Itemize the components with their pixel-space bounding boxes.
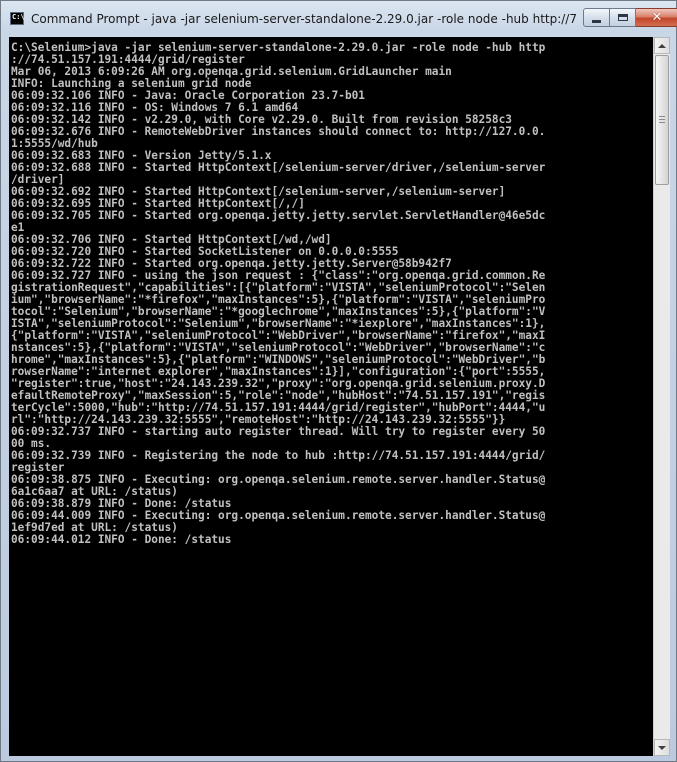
minimize-icon [592, 19, 601, 23]
scroll-up-button[interactable] [654, 37, 670, 54]
console-line: 06:09:32.737 INFO - starting auto regist… [11, 425, 546, 438]
console-line: 06:09:32.705 INFO - Started org.openqa.j… [11, 209, 546, 222]
command-prompt-icon[interactable]: C:\ [10, 12, 25, 25]
command-prompt-window: C:\ Command Prompt - java -jar selenium-… [0, 0, 677, 762]
console-line: 06:09:32.688 INFO - Started HttpContext[… [11, 161, 546, 174]
window-controls: ✕ [583, 8, 677, 27]
window-title: Command Prompt - java -jar selenium-serv… [31, 12, 576, 26]
scroll-down-button[interactable] [654, 739, 670, 756]
scrollbar-thumb[interactable] [655, 55, 669, 185]
console-text: C:\Selenium>java -jar selenium-server-st… [11, 42, 545, 546]
grip-line-icon [659, 119, 665, 120]
console-line: 06:09:44.012 INFO - Done: /status [11, 533, 232, 546]
arrow-up-icon [658, 43, 666, 48]
maximize-icon [617, 14, 628, 21]
grip-line-icon [659, 122, 665, 123]
title-bar[interactable]: C:\ Command Prompt - java -jar selenium-… [1, 1, 677, 37]
close-button[interactable]: ✕ [636, 8, 677, 27]
command-prompt-icon-label: C:\ [12, 13, 25, 21]
close-icon: ✕ [651, 10, 663, 25]
minimize-button[interactable] [583, 8, 610, 27]
maximize-button[interactable] [610, 8, 636, 27]
vertical-scrollbar[interactable] [653, 37, 670, 756]
grip-line-icon [659, 116, 665, 117]
arrow-down-icon [658, 745, 666, 750]
console-line: 06:09:32.739 INFO - Registering the node… [11, 449, 546, 462]
console-output[interactable]: C:\Selenium>java -jar selenium-server-st… [9, 37, 653, 756]
